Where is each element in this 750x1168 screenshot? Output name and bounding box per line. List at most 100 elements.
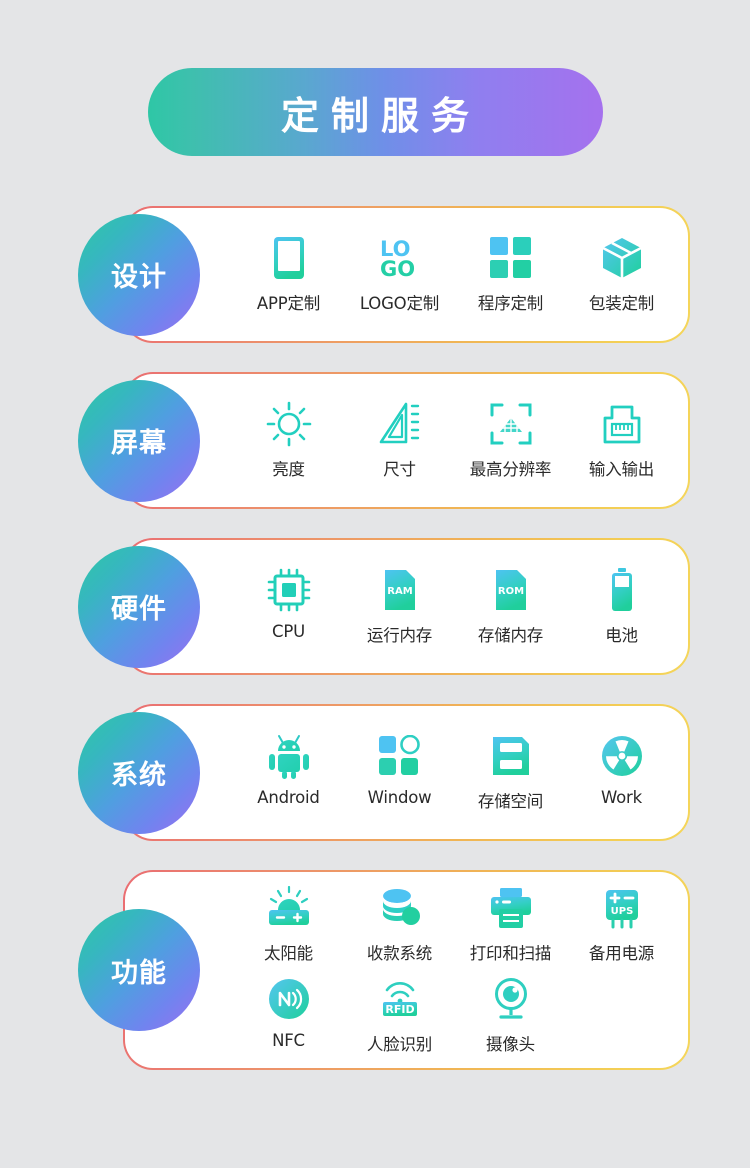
item-rom[interactable]: ROM 存储内存 xyxy=(455,567,566,646)
sections-list: APP定制 LO GO LOGO定制 程序定制 包装定制 设计 亮度 尺寸 最高… xyxy=(0,206,750,1070)
item-nfc[interactable]: NFC xyxy=(233,976,344,1050)
package-box-icon xyxy=(600,235,644,281)
item-cpu[interactable]: CPU xyxy=(233,567,344,641)
grid-squares-icon xyxy=(489,235,532,281)
nfc-icon xyxy=(268,976,310,1022)
sun-brightness-icon xyxy=(266,401,312,447)
battery-icon xyxy=(609,567,635,613)
item-row: 太阳能 收款系统 打印和扫描 UPS 备用电源 xyxy=(233,885,688,964)
ruler-triangle-icon xyxy=(378,401,422,447)
item-label: 输入输出 xyxy=(588,460,655,479)
page-title: 定制服务 xyxy=(280,93,481,138)
item-label: NFC xyxy=(272,1031,305,1050)
section-badge-function: 功能 xyxy=(78,909,200,1031)
item-label: 存储内存 xyxy=(477,626,544,645)
section-screen: 亮度 尺寸 最高分辨率 输入输出 屏幕 xyxy=(78,372,690,509)
item-label: APP定制 xyxy=(256,294,321,313)
item-row: APP定制 LO GO LOGO定制 程序定制 包装定制 xyxy=(233,235,688,314)
storage-drive-icon xyxy=(490,733,532,779)
item-pos-system[interactable]: 收款系统 xyxy=(344,885,455,964)
item-app-custom[interactable]: APP定制 xyxy=(233,235,344,314)
item-program-custom[interactable]: 程序定制 xyxy=(455,235,566,314)
item-solar[interactable]: 太阳能 xyxy=(233,885,344,964)
item-label: 电池 xyxy=(605,626,638,645)
ups-power-icon: UPS xyxy=(602,885,642,931)
section-design: APP定制 LO GO LOGO定制 程序定制 包装定制 设计 xyxy=(78,206,690,343)
item-label: 备用电源 xyxy=(588,944,655,963)
section-function: 太阳能 收款系统 打印和扫描 UPS 备用电源 NFC RFID 人脸识别 摄像… xyxy=(78,870,690,1070)
ethernet-port-icon xyxy=(601,401,643,447)
section-badge-design: 设计 xyxy=(78,213,200,336)
logo-icon: LO GO xyxy=(377,235,423,281)
badge-label: 屏幕 xyxy=(111,428,167,459)
svg-text:GO: GO xyxy=(380,257,415,281)
section-badge-system: 系统 xyxy=(78,711,200,834)
item-print-scan[interactable]: 打印和扫描 xyxy=(455,885,566,964)
item-io[interactable]: 输入输出 xyxy=(566,401,677,480)
item-face-recognition[interactable]: RFID 人脸识别 xyxy=(344,976,455,1055)
badge-label: 系统 xyxy=(111,760,167,791)
item-work[interactable]: Work xyxy=(566,733,677,807)
rom-card-icon: ROM xyxy=(493,567,529,613)
item-row: CPU RAM 运行内存 ROM 存储内存 电池 xyxy=(233,567,688,646)
svg-text:UPS: UPS xyxy=(610,906,633,917)
item-label: 最高分辨率 xyxy=(469,460,552,479)
item-label: 摄像头 xyxy=(486,1035,535,1054)
item-label: 包装定制 xyxy=(588,294,655,313)
ram-card-icon: RAM xyxy=(382,567,418,613)
item-label: 程序定制 xyxy=(477,294,544,313)
section-card: 亮度 尺寸 最高分辨率 输入输出 xyxy=(123,372,690,509)
item-row: NFC RFID 人脸识别 摄像头 xyxy=(233,976,688,1055)
section-card: Android Window 存储空间 Work xyxy=(123,704,690,841)
badge-label: 硬件 xyxy=(111,594,167,625)
item-android[interactable]: Android xyxy=(233,733,344,807)
item-ram[interactable]: RAM 运行内存 xyxy=(344,567,455,646)
android-robot-icon xyxy=(267,733,311,779)
item-camera[interactable]: 摄像头 xyxy=(455,976,566,1055)
item-backup-power[interactable]: UPS 备用电源 xyxy=(566,885,677,964)
coins-stack-icon xyxy=(378,885,422,931)
svg-text:RFID: RFID xyxy=(385,1003,414,1016)
item-brightness[interactable]: 亮度 xyxy=(233,401,344,480)
item-resolution[interactable]: 最高分辨率 xyxy=(455,401,566,480)
item-label: CPU xyxy=(272,622,305,641)
section-card: APP定制 LO GO LOGO定制 程序定制 包装定制 xyxy=(123,206,690,343)
item-row: Android Window 存储空间 Work xyxy=(233,733,688,812)
item-size[interactable]: 尺寸 xyxy=(344,401,455,480)
badge-label: 功能 xyxy=(111,957,167,989)
item-label: Window xyxy=(367,788,432,807)
badge-label: 设计 xyxy=(111,262,167,293)
section-card: 太阳能 收款系统 打印和扫描 UPS 备用电源 NFC RFID 人脸识别 摄像… xyxy=(123,870,690,1070)
item-battery[interactable]: 电池 xyxy=(566,567,677,646)
section-card: CPU RAM 运行内存 ROM 存储内存 电池 xyxy=(123,538,690,675)
item-label: 存储空间 xyxy=(477,792,544,811)
title-banner: 定制服务 xyxy=(147,68,603,156)
svg-text:ROM: ROM xyxy=(497,586,523,597)
item-logo-custom[interactable]: LO GO LOGO定制 xyxy=(344,235,455,314)
section-badge-hardware: 硬件 xyxy=(78,545,200,668)
item-label: LOGO定制 xyxy=(359,294,440,313)
page-header: 定制服务 xyxy=(0,0,750,156)
item-label: Work xyxy=(601,788,642,807)
item-storage[interactable]: 存储空间 xyxy=(455,733,566,812)
item-label: Android xyxy=(257,788,320,807)
section-system: Android Window 存储空间 Work 系统 xyxy=(78,704,690,841)
section-hardware: CPU RAM 运行内存 ROM 存储内存 电池 硬件 xyxy=(78,538,690,675)
item-window[interactable]: Window xyxy=(344,733,455,807)
svg-text:RAM: RAM xyxy=(387,586,412,597)
item-label: 尺寸 xyxy=(383,460,416,479)
solar-battery-icon xyxy=(266,885,312,931)
item-label: 亮度 xyxy=(272,460,305,479)
printer-icon xyxy=(489,885,533,931)
item-label: 收款系统 xyxy=(366,944,433,963)
item-row: 亮度 尺寸 最高分辨率 输入输出 xyxy=(233,401,688,480)
section-badge-screen: 屏幕 xyxy=(78,379,200,502)
camera-icon xyxy=(490,976,532,1022)
item-label: 运行内存 xyxy=(366,626,433,645)
item-label: 人脸识别 xyxy=(366,1035,433,1054)
cpu-chip-icon xyxy=(266,567,312,613)
phone-icon xyxy=(272,235,306,281)
item-package-custom[interactable]: 包装定制 xyxy=(566,235,677,314)
radiation-work-icon xyxy=(600,733,644,779)
windows-tiles-icon xyxy=(378,733,422,779)
